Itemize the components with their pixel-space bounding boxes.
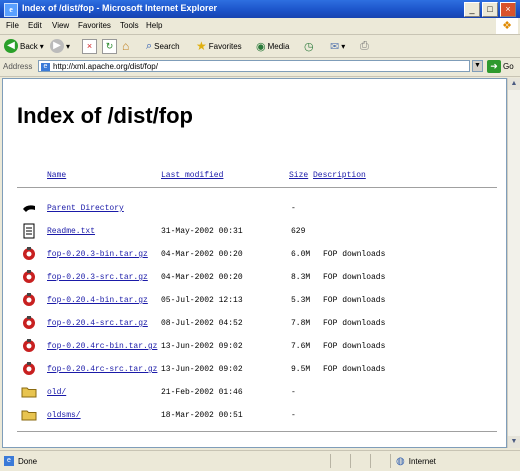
scroll-up-icon[interactable]: ▲ [508, 78, 520, 90]
page-icon: e [41, 63, 50, 71]
header-divider [17, 187, 497, 188]
status-divider [370, 454, 371, 468]
text-file-icon [23, 223, 35, 239]
file-link[interactable]: fop-0.20.4rc-bin.tar.gz [47, 342, 157, 351]
media-button[interactable]: ◉ Media [256, 38, 289, 54]
maximize-button[interactable]: □ [482, 2, 498, 17]
globe-icon: ◍ [396, 456, 405, 467]
column-modified-link[interactable]: Last modified [161, 171, 223, 180]
status-bar: e Done ◍ Internet [0, 450, 520, 471]
vertical-scrollbar[interactable]: ▲ ▼ [507, 78, 520, 448]
menu-file[interactable]: File [6, 21, 19, 30]
file-link[interactable]: Readme.txt [47, 227, 95, 236]
file-link[interactable]: fop-0.20.3-bin.tar.gz [47, 250, 148, 259]
status-divider [350, 454, 351, 468]
address-bar: Address e http://xml.apache.org/dist/fop… [0, 58, 520, 77]
back-button[interactable]: ◀ Back ▾ [4, 38, 44, 54]
mail-icon: ✉ [330, 40, 340, 53]
file-link[interactable]: fop-0.20.4-bin.tar.gz [47, 296, 148, 305]
windows-logo-icon: ❖ [496, 18, 518, 34]
menu-help[interactable]: Help [146, 21, 162, 30]
refresh-button[interactable]: ↻ [102, 38, 117, 54]
mail-button[interactable]: ✉ ▾ [330, 38, 345, 54]
column-name-link[interactable]: Name [47, 171, 66, 180]
toolbar: ◀ Back ▾ ▶ ▾ × ↻ ⌂ ⌕ Search ★ Favorites ◉ … [0, 35, 520, 58]
list-item: fop-0.20.3-src.tar.gz 04-Mar-2002 00:20 … [3, 268, 503, 288]
page-done-icon: e [4, 456, 14, 466]
file-link[interactable]: old/ [47, 388, 66, 397]
go-button[interactable]: Go [503, 62, 514, 71]
file-link[interactable]: oldsms/ [47, 411, 81, 420]
back-icon [23, 205, 35, 212]
home-icon: ⌂ [122, 39, 130, 53]
search-button[interactable]: ⌕ Search [146, 38, 180, 54]
list-item: fop-0.20.4-src.tar.gz 08-Jul-2002 04:52 … [3, 314, 503, 334]
column-size-link[interactable]: Size [289, 171, 308, 180]
list-item: oldsms/ 18-Mar-2002 00:51 - [3, 406, 503, 426]
list-item: Parent Directory - [3, 199, 503, 219]
address-label: Address [3, 62, 33, 71]
menu-bar: File Edit View Favorites Tools Help ❖ [0, 18, 520, 35]
minimize-button[interactable]: _ [464, 2, 480, 17]
page-content: Index of /dist/fop Name Last modified Si… [2, 78, 507, 448]
window-title: Index of /dist/fop - Microsoft Internet … [22, 3, 218, 13]
list-item: fop-0.20.3-bin.tar.gz 04-Mar-2002 00:20 … [3, 245, 503, 265]
archive-icon [23, 316, 35, 329]
media-icon: ◉ [256, 40, 266, 53]
list-item: fop-0.20.4-bin.tar.gz 05-Jul-2002 12:13 … [3, 291, 503, 311]
archive-icon [23, 270, 35, 283]
list-item: fop-0.20.4rc-bin.tar.gz 13-Jun-2002 09:0… [3, 337, 503, 357]
folder-icon [21, 387, 37, 398]
list-item: fop-0.20.4rc-src.tar.gz 13-Jun-2002 09:0… [3, 360, 503, 380]
list-item: old/ 21-Feb-2002 01:46 - [3, 383, 503, 403]
folder-icon [21, 410, 37, 421]
print-button[interactable]: ⎙ [360, 38, 369, 54]
status-text: e Done [4, 456, 37, 466]
history-icon: ◷ [304, 40, 314, 53]
file-link[interactable]: fop-0.20.3-src.tar.gz [47, 273, 148, 282]
status-divider [390, 454, 391, 468]
menu-favorites[interactable]: Favorites [78, 21, 111, 30]
forward-button[interactable]: ▶ ▾ [50, 38, 70, 54]
scroll-down-icon[interactable]: ▼ [508, 436, 520, 448]
history-button[interactable]: ◷ [304, 38, 314, 54]
file-link[interactable]: fop-0.20.4rc-src.tar.gz [47, 365, 157, 374]
close-button[interactable]: × [500, 2, 516, 17]
refresh-icon: ↻ [102, 38, 117, 54]
address-input[interactable]: e http://xml.apache.org/dist/fop/ [38, 60, 470, 72]
go-arrow-icon[interactable]: ➜ [487, 60, 501, 73]
file-link[interactable]: fop-0.20.4-src.tar.gz [47, 319, 148, 328]
security-zone: ◍ Internet [396, 456, 436, 467]
home-button[interactable]: ⌂ [122, 38, 129, 54]
search-icon: ⌕ [146, 39, 153, 52]
footer-divider [17, 431, 497, 432]
print-icon: ⎙ [360, 39, 369, 52]
archive-icon [23, 339, 35, 352]
archive-icon [23, 362, 35, 375]
menu-view[interactable]: View [52, 21, 69, 30]
back-arrow-icon: ◀ [4, 39, 18, 53]
ie-logo-icon: e [4, 3, 18, 17]
address-dropdown-button[interactable]: ▼ [472, 60, 483, 72]
forward-arrow-icon: ▶ [50, 39, 64, 53]
favorites-button[interactable]: ★ Favorites [196, 38, 242, 54]
archive-icon [23, 247, 35, 260]
column-description-link[interactable]: Description [313, 171, 366, 180]
menu-edit[interactable]: Edit [28, 21, 42, 30]
page-title: Index of /dist/fop [17, 103, 193, 128]
list-item: Readme.txt 31-May-2002 00:31 629 [3, 222, 503, 242]
archive-icon [23, 293, 35, 306]
title-bar: e Index of /dist/fop - Microsoft Interne… [0, 0, 520, 18]
menu-tools[interactable]: Tools [120, 21, 139, 30]
stop-button[interactable]: × [82, 38, 97, 54]
star-icon: ★ [196, 39, 207, 53]
file-link[interactable]: Parent Directory [47, 204, 124, 213]
status-divider [330, 454, 331, 468]
stop-icon: × [82, 38, 97, 54]
